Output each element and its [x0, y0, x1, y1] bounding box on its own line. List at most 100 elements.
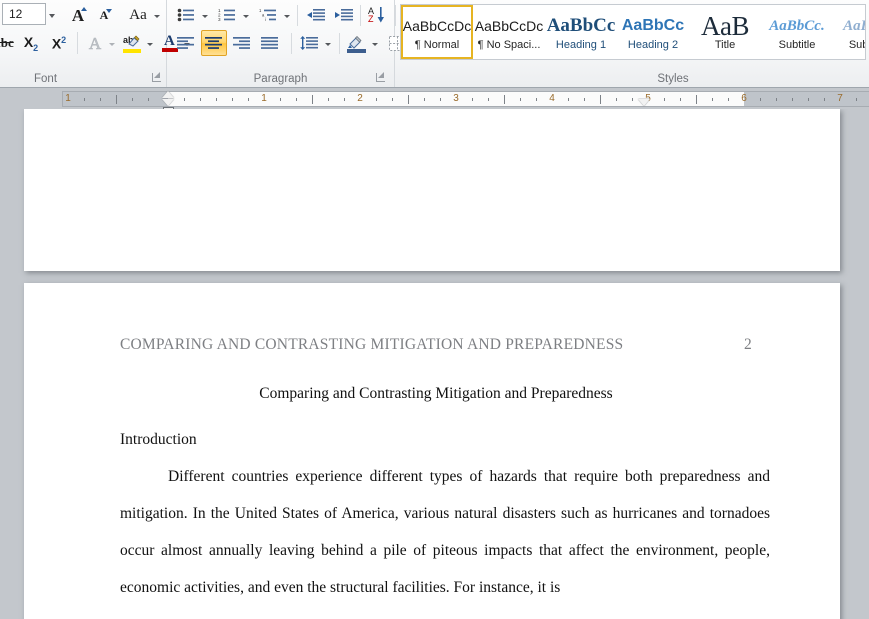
- change-case-button[interactable]: Aa: [124, 3, 152, 27]
- subscript-button[interactable]: X2: [18, 31, 44, 55]
- font-group-label: Font: [34, 73, 58, 85]
- shading-button[interactable]: [343, 31, 369, 55]
- ribbon: 12 A A Aa abc X2: [0, 0, 869, 88]
- multilevel-list-icon: 1 a i: [259, 8, 276, 22]
- ruler-number: 4: [549, 93, 555, 104]
- chevron-down-icon: [283, 14, 290, 18]
- style-item-heading-2[interactable]: AaBbCc Heading 2: [617, 5, 689, 59]
- style-item-subtitle[interactable]: AaBbCc. Subtitle: [761, 5, 833, 59]
- text-effects-button[interactable]: A: [83, 31, 107, 55]
- document-page-2[interactable]: COMPARING AND CONTRASTING MITIGATION AND…: [24, 283, 840, 619]
- strikethrough-icon: abc: [0, 35, 14, 50]
- decrease-indent-icon: [306, 9, 325, 21]
- style-name: Heading 2: [627, 39, 679, 51]
- document-title: Comparing and Contrasting Mitigation and…: [259, 385, 613, 402]
- align-center-button[interactable]: [201, 30, 227, 56]
- style-name: ¶ Normal: [414, 39, 460, 51]
- chevron-down-icon: [371, 42, 378, 46]
- style-preview: AaB: [690, 13, 760, 39]
- font-size-dropdown-arrow[interactable]: [44, 4, 60, 28]
- highlight-color-dropdown-arrow[interactable]: [143, 32, 156, 56]
- paragraph-rowB-separator-2: [339, 33, 340, 54]
- chevron-down-icon: [108, 42, 115, 46]
- bullets-icon: [177, 8, 194, 22]
- sort-button[interactable]: A Z: [364, 3, 390, 27]
- document-canvas[interactable]: COMPARING AND CONTRASTING MITIGATION AND…: [0, 109, 869, 619]
- ribbon-group-paragraph: 1 2 3 1 a i A Z Paragraph: [167, 0, 419, 87]
- style-item-heading-1[interactable]: AaBbCс Heading 1: [545, 5, 617, 59]
- align-center-icon: [205, 37, 222, 49]
- grow-font-arrow-icon: [81, 7, 87, 11]
- ruler-number: 6: [741, 93, 747, 104]
- shrink-font-button[interactable]: A: [92, 3, 116, 27]
- style-preview: AaBbCcDc: [474, 13, 544, 39]
- line-spacing-dropdown-arrow[interactable]: [321, 32, 334, 56]
- font-dialog-launcher[interactable]: [151, 72, 162, 83]
- ribbon-group-styles: AaBbCcDc ¶ Normal AaBbCcDc ¶ No Spaci...…: [395, 0, 869, 87]
- page-number: 2: [744, 336, 752, 353]
- align-right-button[interactable]: [229, 31, 255, 55]
- grow-font-button[interactable]: A: [66, 3, 90, 27]
- justify-button[interactable]: [257, 31, 283, 55]
- align-right-icon: [233, 37, 250, 49]
- text-effects-dropdown-arrow[interactable]: [105, 32, 118, 56]
- style-preview-text: AaB: [701, 13, 750, 39]
- style-name: Heading 1: [555, 39, 607, 51]
- ruler-right-margin: [744, 92, 869, 106]
- bullets-dropdown-arrow[interactable]: [198, 4, 211, 28]
- font-size-combo[interactable]: 12: [2, 3, 46, 25]
- multilevel-list-dropdown-arrow[interactable]: [280, 4, 293, 28]
- style-item-normal[interactable]: AaBbCcDc ¶ Normal: [401, 5, 473, 59]
- style-item-no-spacing[interactable]: AaBbCcDc ¶ No Spaci...: [473, 5, 545, 59]
- sort-icon: A Z: [367, 6, 387, 24]
- style-preview: AaBbCcDc: [403, 13, 471, 39]
- style-preview-text: AaBbCс: [546, 15, 616, 36]
- style-preview-text: AaBbCcDc: [474, 18, 544, 34]
- style-item-subtle-emphasis[interactable]: AaBbCc Subtle...: [833, 5, 865, 59]
- line-spacing-icon: [300, 36, 318, 50]
- style-preview-text: AaBbCcDc: [403, 18, 471, 34]
- bullets-button[interactable]: [173, 3, 199, 27]
- align-left-button[interactable]: [173, 31, 199, 55]
- style-preview: AaBbCc.: [762, 13, 832, 39]
- chevron-down-icon: [49, 14, 55, 18]
- increase-indent-button[interactable]: [330, 3, 356, 27]
- styles-gallery[interactable]: AaBbCcDc ¶ Normal AaBbCcDc ¶ No Spaci...…: [400, 4, 866, 60]
- numbering-dropdown-arrow[interactable]: [239, 4, 252, 28]
- decrease-indent-button[interactable]: [302, 3, 328, 27]
- right-indent-marker[interactable]: [638, 99, 650, 106]
- font-size-value: 12: [9, 7, 23, 21]
- justify-icon: [261, 37, 278, 49]
- subscript-icon: X2: [23, 33, 39, 53]
- style-name: Subtle...: [848, 39, 865, 51]
- ruler-number: 1: [65, 93, 71, 104]
- first-line-indent-marker[interactable]: [162, 91, 174, 98]
- style-preview-text: AaBbCc: [843, 17, 865, 34]
- superscript-icon: X2: [51, 34, 67, 52]
- chevron-down-icon: [201, 14, 208, 18]
- text-highlight-color-button[interactable]: ab: [120, 31, 144, 55]
- line-spacing-button[interactable]: [296, 31, 322, 55]
- ribbon-group-font: 12 A A Aa abc X2: [0, 0, 190, 87]
- paragraph-group-label: Paragraph: [253, 73, 308, 85]
- strikethrough-button[interactable]: abc: [0, 31, 16, 55]
- style-preview-text: AaBbCc: [621, 17, 685, 34]
- styles-group-label: Styles: [657, 73, 689, 85]
- superscript-button[interactable]: X2: [46, 31, 72, 55]
- numbering-button[interactable]: 1 2 3: [214, 3, 240, 27]
- body-heading-introduction: Introduction: [120, 431, 197, 448]
- hanging-indent-marker[interactable]: [162, 99, 174, 106]
- ruler-number: 3: [453, 93, 459, 104]
- paragraph-rowA-separator-1: [297, 5, 298, 26]
- chevron-down-icon: [146, 42, 153, 46]
- align-left-icon: [177, 37, 194, 49]
- change-case-dropdown-arrow[interactable]: [150, 4, 164, 28]
- multilevel-list-button[interactable]: 1 a i: [255, 3, 281, 27]
- document-page-1[interactable]: [24, 109, 840, 271]
- shading-dropdown-arrow[interactable]: [368, 32, 381, 56]
- chevron-down-icon: [242, 14, 249, 18]
- paragraph-dialog-launcher[interactable]: [375, 72, 386, 83]
- style-item-title[interactable]: AaB Title: [689, 5, 761, 59]
- horizontal-ruler[interactable]: 1 1 2 3 4 5 6 7: [62, 91, 869, 112]
- document-body[interactable]: Introduction Different countries experie…: [120, 421, 770, 606]
